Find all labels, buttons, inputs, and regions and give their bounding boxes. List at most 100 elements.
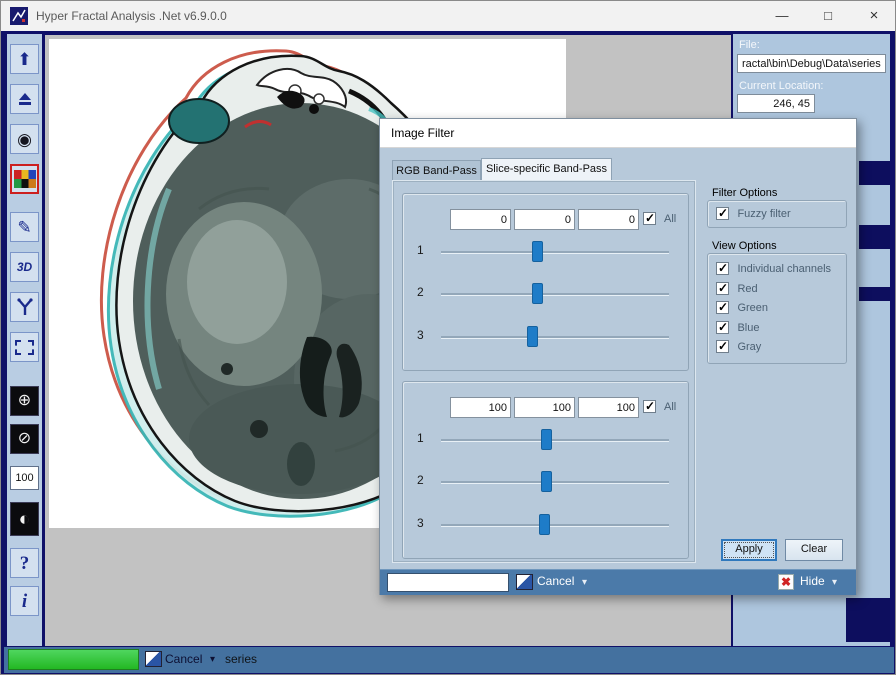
red-checkbox[interactable]: [716, 282, 729, 295]
slash-circle-button[interactable]: ⊘: [10, 424, 39, 454]
navigate-up-button[interactable]: ⬆: [10, 44, 39, 74]
slider-track[interactable]: [441, 524, 669, 526]
dialog-progress-bar: [387, 573, 509, 592]
channel3-high-value[interactable]: [578, 397, 639, 418]
current-location-input[interactable]: [737, 94, 815, 113]
blue-label: Blue: [737, 322, 759, 334]
dialog-footer: Cancel ▾ ✖ Hide ▾: [380, 569, 856, 595]
slider-track[interactable]: [441, 336, 669, 338]
green-option[interactable]: Green: [716, 299, 768, 317]
eject-icon: [16, 91, 34, 107]
chevron-down-icon[interactable]: ▾: [210, 654, 215, 665]
slider-track[interactable]: [441, 481, 669, 483]
maximize-button[interactable]: □: [805, 1, 851, 31]
slider-row: 2: [403, 281, 688, 305]
disc-button[interactable]: ◉: [10, 124, 39, 154]
slider-track[interactable]: [441, 251, 669, 253]
three-d-button[interactable]: 3D: [10, 252, 39, 282]
file-label: File:: [739, 39, 760, 51]
slider-row: 2: [403, 469, 688, 493]
hidden-control: [859, 225, 890, 249]
individual-channels-checkbox[interactable]: [716, 262, 729, 275]
slider-label: 1: [417, 431, 424, 445]
zoom-level-value: 100: [15, 473, 33, 484]
all-label: All: [664, 213, 676, 225]
channel1-low-value[interactable]: [450, 209, 511, 230]
status-bar: Cancel ▾ series: [4, 647, 894, 673]
channel3-low-value[interactable]: [578, 209, 639, 230]
gray-checkbox[interactable]: [716, 340, 729, 353]
individual-channels-option[interactable]: Individual channels: [716, 260, 831, 278]
title-bar: Hyper Fractal Analysis .Net v6.9.0.0 — □…: [1, 1, 896, 31]
slider-handle[interactable]: [541, 471, 552, 492]
channel2-high-value[interactable]: [514, 397, 575, 418]
branch-button[interactable]: [10, 292, 39, 322]
slider-handle[interactable]: [539, 514, 550, 535]
slider-label: 2: [417, 285, 424, 299]
tab-slice-specific-band-pass[interactable]: Slice-specific Band-Pass: [481, 158, 612, 180]
apply-button[interactable]: Apply: [721, 539, 777, 561]
fuzzy-filter-option[interactable]: Fuzzy filter: [716, 205, 791, 223]
help-button[interactable]: ?: [10, 548, 39, 578]
fuzzy-filter-label: Fuzzy filter: [737, 208, 790, 220]
gray-option[interactable]: Gray: [716, 338, 761, 356]
filter-options-title: Filter Options: [712, 187, 777, 199]
three-d-icon: 3D: [17, 261, 32, 273]
slider-row: 3: [403, 512, 688, 536]
dialog-cancel-button[interactable]: Cancel: [537, 574, 574, 588]
band-pass-tab-panel: All 1 2 3 All: [392, 180, 696, 563]
upper-bound-group: All 1 2 3: [402, 381, 689, 559]
close-button[interactable]: ×: [851, 1, 896, 31]
zoom-level-box[interactable]: 100: [10, 466, 39, 490]
red-label: Red: [737, 283, 757, 295]
add-circle-button[interactable]: ⊕: [10, 386, 39, 416]
chevron-down-icon[interactable]: ▾: [832, 577, 837, 588]
channel2-low-value[interactable]: [514, 209, 575, 230]
tab-rgb-band-pass[interactable]: RGB Band-Pass: [392, 160, 481, 180]
pen-button[interactable]: ✎: [10, 212, 39, 242]
help-icon: ?: [20, 554, 30, 573]
gray-label: Gray: [737, 341, 761, 353]
red-option[interactable]: Red: [716, 280, 758, 298]
tool-sidebar: ⬆ ◉ ✎ 3D ⊕ ⊘ 100 ◐ ? i: [7, 34, 42, 646]
fuzzy-filter-checkbox[interactable]: [716, 207, 729, 220]
series-label: series: [225, 652, 257, 666]
up-arrow-icon: ⬆: [17, 51, 31, 68]
slider-handle[interactable]: [532, 241, 543, 262]
slider-label: 2: [417, 473, 424, 487]
statusbar-cancel-button[interactable]: Cancel: [165, 652, 202, 666]
slider-label: 3: [417, 516, 424, 530]
minimize-button[interactable]: —: [759, 1, 805, 31]
slider-handle[interactable]: [541, 429, 552, 450]
all-checkbox[interactable]: [643, 400, 656, 413]
slider-track[interactable]: [441, 439, 669, 441]
blue-option[interactable]: Blue: [716, 319, 759, 337]
chevron-down-icon[interactable]: ▾: [582, 577, 587, 588]
file-path-input[interactable]: [737, 54, 886, 73]
blue-checkbox[interactable]: [716, 321, 729, 334]
clear-button[interactable]: Clear: [785, 539, 843, 561]
slider-label: 1: [417, 243, 424, 257]
info-icon: i: [22, 592, 27, 611]
branch-icon: [15, 297, 35, 317]
selection-button[interactable]: [10, 332, 39, 362]
eject-button[interactable]: [10, 84, 39, 114]
slider-label: 3: [417, 328, 424, 342]
info-button[interactable]: i: [10, 586, 39, 616]
app-window: Hyper Fractal Analysis .Net v6.9.0.0 — □…: [0, 0, 896, 675]
current-location-label: Current Location:: [739, 80, 823, 92]
contrast-icon: ◐: [19, 510, 30, 529]
contrast-button[interactable]: ◐: [10, 502, 39, 536]
green-checkbox[interactable]: [716, 301, 729, 314]
view-options-title: View Options: [712, 240, 777, 252]
all-checkbox[interactable]: [643, 212, 656, 225]
slider-track[interactable]: [441, 293, 669, 295]
hidden-control: [846, 598, 890, 642]
slider-handle[interactable]: [527, 326, 538, 347]
color-palette-button[interactable]: [10, 164, 39, 194]
channel1-high-value[interactable]: [450, 397, 511, 418]
disc-icon: ◉: [17, 131, 32, 148]
slider-handle[interactable]: [532, 283, 543, 304]
hide-button[interactable]: Hide: [800, 574, 825, 588]
cancel-icon: [516, 574, 533, 590]
